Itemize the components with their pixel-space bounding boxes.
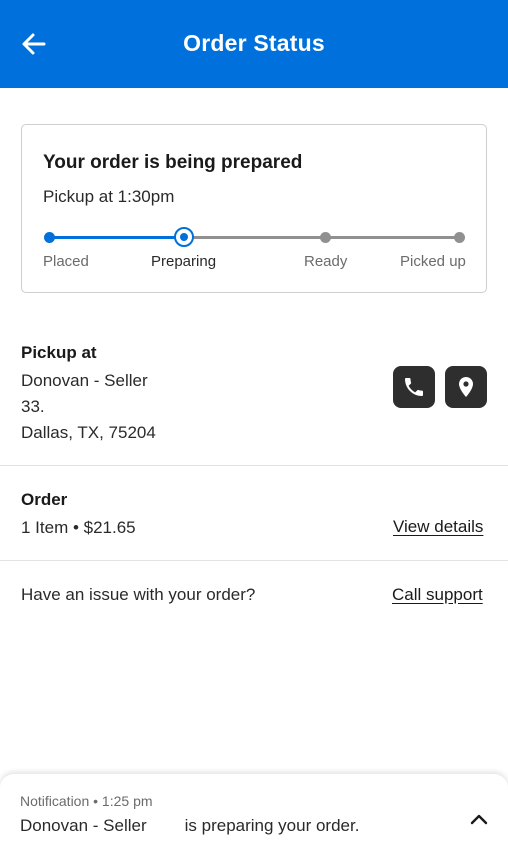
step-label-preparing: Preparing bbox=[151, 253, 217, 270]
notification-message: Donovan - Seller is preparing your order. bbox=[20, 816, 359, 836]
pickup-label: Pickup at bbox=[21, 343, 97, 362]
expand-notification-button[interactable] bbox=[464, 804, 494, 834]
address-line-1: 33. bbox=[21, 397, 45, 416]
step-label-ready: Ready bbox=[304, 253, 348, 270]
order-status-card: Your order is being prepared Pickup at 1… bbox=[21, 124, 487, 293]
notification-store: Donovan - Seller bbox=[20, 816, 147, 835]
status-heading: Your order is being prepared bbox=[43, 152, 303, 173]
order-progress-tracker: Placed Preparing Ready Picked up bbox=[22, 223, 488, 283]
store-name: Donovan - Seller bbox=[21, 371, 148, 390]
page-title: Order Status bbox=[183, 30, 325, 56]
chevron-up-icon bbox=[470, 814, 488, 825]
location-pin-icon bbox=[459, 377, 473, 397]
step-dot-ready bbox=[320, 232, 331, 243]
order-label: Order bbox=[21, 490, 68, 509]
view-details-link[interactable]: View details bbox=[393, 517, 483, 537]
pickup-section: Pickup at Donovan - Seller 33. Dallas, T… bbox=[21, 343, 156, 449]
order-section: Order 1 Item • $21.65 bbox=[21, 490, 136, 538]
notification-text: is preparing your order. bbox=[184, 816, 360, 835]
step-label-placed: Placed bbox=[43, 253, 89, 270]
address-line-2: Dallas, TX, 75204 bbox=[21, 423, 156, 442]
support-question: Have an issue with your order? bbox=[21, 585, 256, 604]
step-dot-preparing bbox=[174, 227, 194, 247]
app-header: Order Status bbox=[0, 0, 508, 88]
step-dot-placed bbox=[44, 232, 55, 243]
notification-panel[interactable]: Notification • 1:25 pm Donovan - Seller i… bbox=[0, 774, 508, 864]
pickup-time: Pickup at 1:30pm bbox=[43, 187, 175, 206]
step-label-picked-up: Picked up bbox=[400, 253, 466, 270]
store-location-button[interactable] bbox=[445, 366, 487, 408]
progress-track-complete bbox=[49, 236, 184, 239]
notification-meta: Notification • 1:25 pm bbox=[20, 793, 153, 809]
section-divider bbox=[0, 465, 508, 466]
section-divider bbox=[0, 560, 508, 561]
call-store-button[interactable] bbox=[393, 366, 435, 408]
step-dot-picked-up bbox=[454, 232, 465, 243]
phone-icon bbox=[405, 378, 423, 396]
order-summary: 1 Item • $21.65 bbox=[21, 518, 136, 537]
call-support-link[interactable]: Call support bbox=[392, 585, 483, 605]
